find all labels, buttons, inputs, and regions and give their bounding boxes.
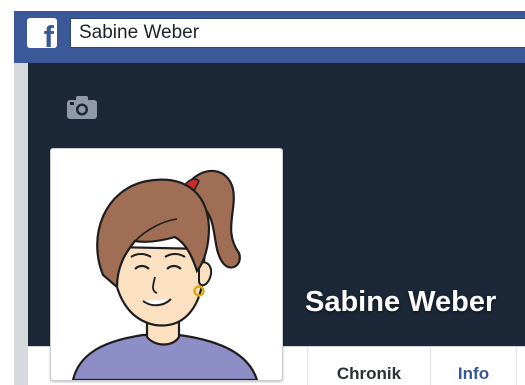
tab-chronik[interactable]: Chronik xyxy=(307,347,431,385)
search-input[interactable] xyxy=(79,19,519,47)
profile-picture[interactable] xyxy=(50,148,283,381)
camera-icon xyxy=(67,96,97,119)
search-bar[interactable] xyxy=(70,18,525,48)
profile-name[interactable]: Sabine Weber xyxy=(305,286,525,319)
facebook-logo-letter: f xyxy=(43,19,54,54)
tab-info[interactable]: Info xyxy=(431,347,517,385)
left-gutter xyxy=(14,63,28,385)
update-cover-photo-button[interactable] xyxy=(65,93,99,121)
facebook-profile-page: f Chronik Info Sabine Weber xyxy=(0,0,525,385)
avatar-illustration xyxy=(71,169,259,380)
facebook-logo[interactable]: f xyxy=(27,18,57,52)
